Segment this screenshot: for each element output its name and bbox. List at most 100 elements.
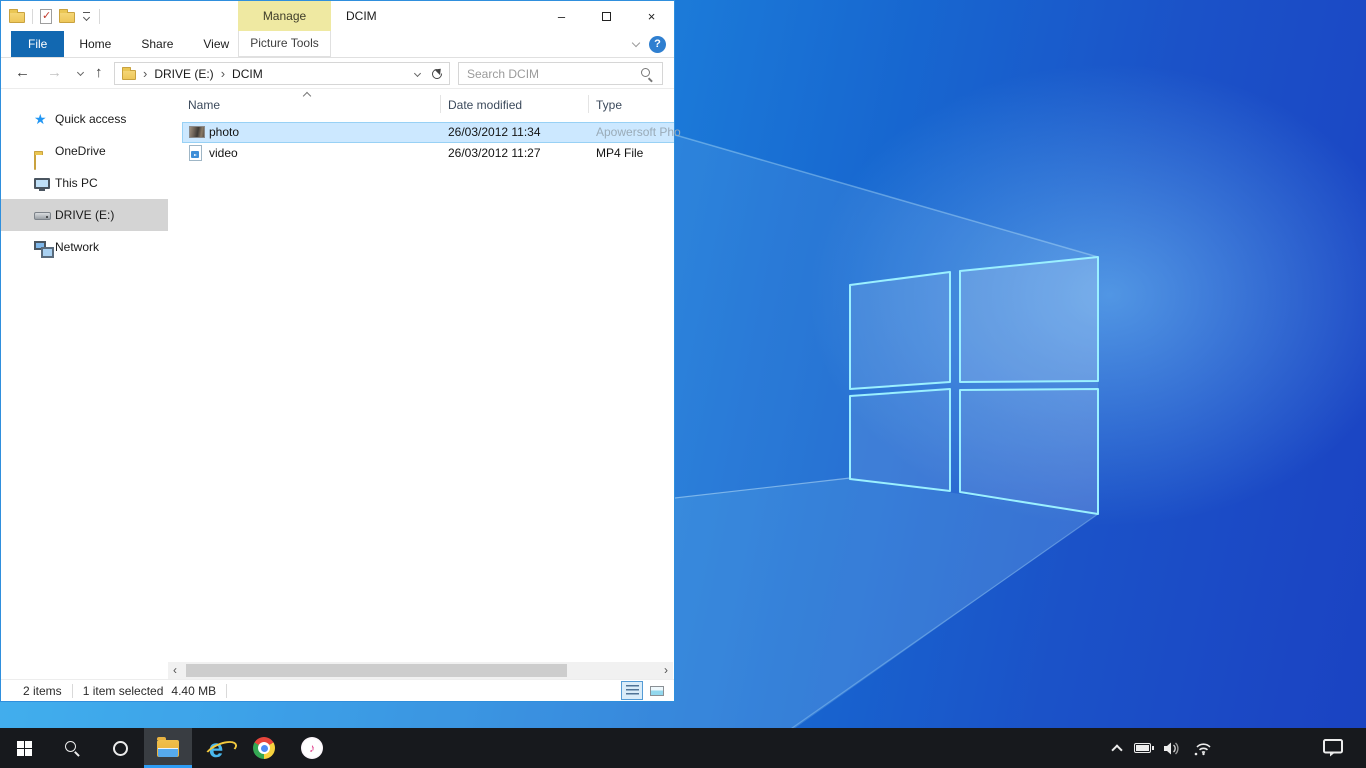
quick-access-star-icon: ★ <box>34 103 47 135</box>
scroll-right-arrow-icon[interactable]: › <box>664 662 668 679</box>
details-view-button[interactable] <box>621 681 643 700</box>
scroll-left-arrow-icon[interactable]: ‹ <box>173 662 177 679</box>
thumbnails-view-icon <box>650 686 664 696</box>
divider <box>226 684 227 698</box>
refresh-icon[interactable] <box>431 68 443 80</box>
address-bar[interactable]: › DRIVE (E:) › DCIM <box>114 62 450 85</box>
this-pc-monitor-icon <box>34 178 50 189</box>
column-divider[interactable] <box>440 95 441 113</box>
quick-access-toolbar <box>9 1 100 31</box>
window-title: DCIM <box>346 1 377 31</box>
tab-view[interactable]: View <box>188 31 244 57</box>
column-header-date-modified[interactable]: Date modified <box>448 98 522 112</box>
details-view-icon <box>626 685 639 696</box>
new-folder-icon[interactable] <box>59 12 75 23</box>
navigation-bar: ← → ↑ › DRIVE (E:) › DCIM <box>1 58 674 89</box>
sort-ascending-caret-icon <box>304 92 312 98</box>
status-bar: 2 items 1 item selected 4.40 MB <box>1 679 674 701</box>
minimize-button[interactable]: – <box>539 1 584 31</box>
breadcrumb-chevron-icon: › <box>143 63 147 84</box>
sidebar-item-drive-e[interactable]: DRIVE (E:) <box>1 199 168 231</box>
chrome-button[interactable] <box>240 728 288 768</box>
file-date-modified: 26/03/2012 11:34 <box>448 122 541 143</box>
back-button[interactable]: ← <box>15 58 30 88</box>
window-controls: – × <box>539 1 674 31</box>
divider <box>32 9 33 24</box>
address-dropdown-chevron-icon[interactable] <box>414 71 422 79</box>
internet-explorer-button[interactable]: e <box>192 728 240 768</box>
itunes-button[interactable]: ♪ <box>288 728 336 768</box>
recent-locations-chevron-icon[interactable] <box>77 57 85 87</box>
tab-share[interactable]: Share <box>126 31 188 57</box>
video-file-icon <box>189 145 202 161</box>
sidebar-item-this-pc[interactable]: This PC <box>1 167 168 199</box>
sidebar-item-label: Network <box>55 240 99 254</box>
internet-explorer-icon: e <box>209 736 223 760</box>
sidebar-item-network[interactable]: Network <box>1 231 168 263</box>
search-box <box>458 62 663 85</box>
breadcrumb-drive[interactable]: DRIVE (E:) <box>154 67 213 81</box>
wifi-icon[interactable] <box>1193 741 1212 756</box>
volume-icon[interactable] <box>1163 741 1181 756</box>
search-input[interactable] <box>459 63 637 84</box>
ribbon-tabs: File Home Share View <box>11 31 674 57</box>
file-explorer-window: Manage DCIM – × File Home Share View Pic… <box>0 0 675 702</box>
items-count: 2 items <box>23 684 62 698</box>
column-divider[interactable] <box>588 95 589 113</box>
taskbar: e ♪ <box>0 728 1366 768</box>
column-header-row: Name Date modified Type <box>168 89 674 117</box>
taskbar-file-explorer-button[interactable] <box>144 728 192 768</box>
navigation-pane: ★ Quick access OneDrive This PC DRIVE (E… <box>1 89 168 662</box>
horizontal-scrollbar[interactable]: ‹ › <box>168 662 673 679</box>
photo-thumbnail-icon <box>189 126 205 138</box>
search-icon <box>64 740 80 756</box>
view-toggle-buttons <box>621 681 668 700</box>
file-list: Name Date modified Type photo 26/03/2012… <box>168 89 674 662</box>
properties-icon[interactable] <box>40 9 52 24</box>
sidebar-item-label: OneDrive <box>55 144 106 158</box>
selection-count: 1 item selected <box>83 684 164 698</box>
ribbon-contextual-group-manage[interactable]: Manage <box>238 1 331 31</box>
forward-button[interactable]: → <box>47 58 62 88</box>
up-button[interactable]: ↑ <box>95 58 103 88</box>
search-icon[interactable] <box>641 68 653 80</box>
system-tray <box>1112 728 1212 768</box>
explorer-window-icon <box>9 12 25 23</box>
chevron-down-icon <box>77 70 85 78</box>
sidebar-item-quick-access[interactable]: ★ Quick access <box>1 103 168 135</box>
file-type: Apowersoft Pho <box>596 122 681 143</box>
scrollbar-thumb[interactable] <box>186 664 567 677</box>
sidebar-item-onedrive[interactable]: OneDrive <box>1 135 168 167</box>
tab-file[interactable]: File <box>11 31 64 57</box>
help-button[interactable]: ? <box>649 36 666 53</box>
taskbar-search-button[interactable] <box>48 728 96 768</box>
title-bar: Manage DCIM – × <box>1 1 674 31</box>
cortana-button[interactable] <box>96 728 144 768</box>
maximize-button[interactable] <box>584 1 629 31</box>
tray-expand-chevron-icon[interactable] <box>1112 744 1122 752</box>
taskbar-apps: e ♪ <box>0 728 336 768</box>
windows-start-icon <box>17 741 32 756</box>
thumbnails-view-button[interactable] <box>646 681 668 700</box>
ribbon-collapse-chevron-icon[interactable] <box>632 40 640 48</box>
selection-size: 4.40 MB <box>171 684 216 698</box>
file-name: video <box>209 143 238 164</box>
column-header-name[interactable]: Name <box>188 98 220 112</box>
battery-icon[interactable] <box>1134 743 1151 753</box>
maximize-icon <box>602 12 611 21</box>
close-button[interactable]: × <box>629 1 674 31</box>
itunes-icon: ♪ <box>301 737 323 759</box>
customize-qat-chevron-icon[interactable] <box>82 10 92 22</box>
file-row-photo[interactable]: photo 26/03/2012 11:34 Apowersoft Pho <box>168 122 674 143</box>
column-header-type[interactable]: Type <box>596 98 622 112</box>
tab-home[interactable]: Home <box>64 31 126 57</box>
cortana-circle-icon <box>113 741 128 756</box>
start-button[interactable] <box>0 728 48 768</box>
file-row-video[interactable]: video 26/03/2012 11:27 MP4 File <box>168 143 674 164</box>
tab-picture-tools[interactable]: Picture Tools <box>238 31 331 57</box>
divider <box>99 9 100 24</box>
file-explorer-icon <box>157 740 179 757</box>
network-computers-icon <box>34 241 46 250</box>
breadcrumb-dcim[interactable]: DCIM <box>232 67 263 81</box>
action-center-button[interactable] <box>1322 738 1344 762</box>
